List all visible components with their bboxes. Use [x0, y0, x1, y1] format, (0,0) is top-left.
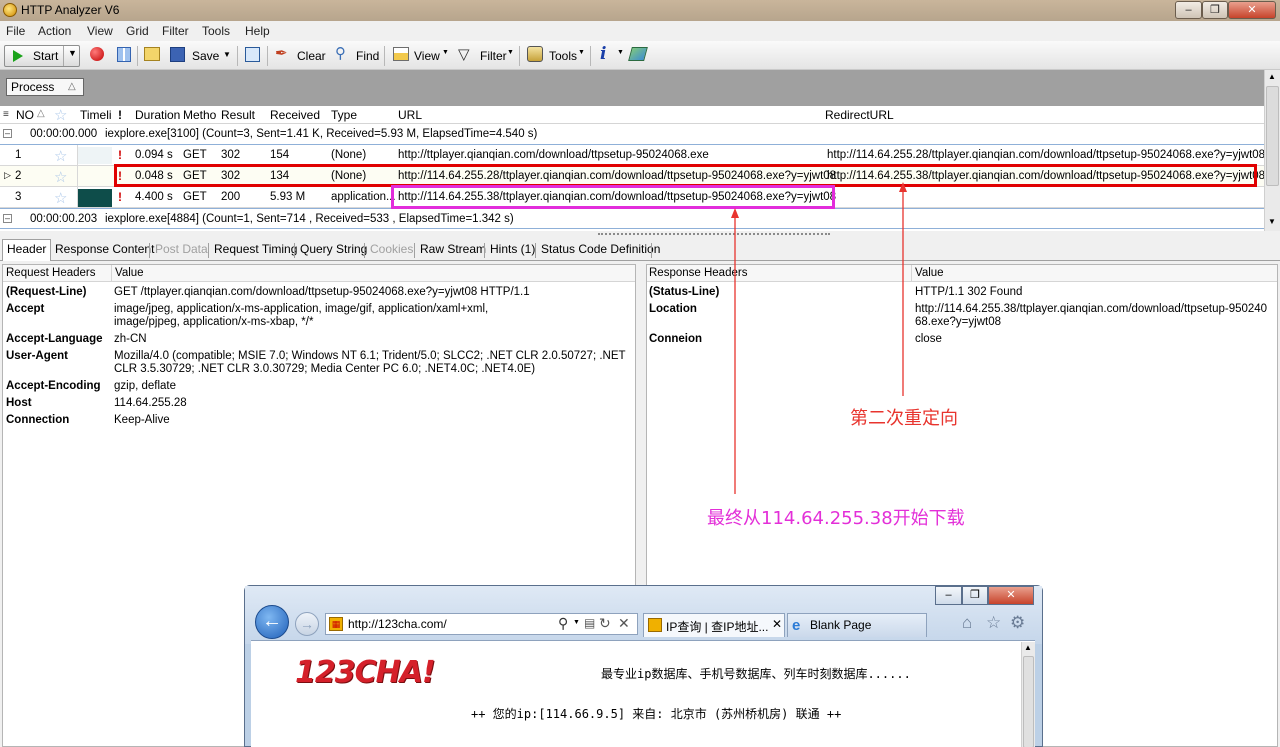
refresh-icon[interactable]: ↻ — [599, 615, 611, 632]
annotation-second-redirect: 第二次重定向 — [850, 408, 958, 429]
arrow-second-redirect — [899, 182, 907, 396]
back-button[interactable]: ← — [255, 605, 289, 639]
ip-info-line: ++ 您的ip:[114.66.9.5] 来自: 北京市 (苏州桥机房) 联通 … — [471, 707, 842, 721]
arrow-final-download — [731, 208, 739, 494]
site-slogan: 最专业ip数据库、手机号数据库、列车时刻数据库...... — [601, 667, 911, 681]
forward-button[interactable]: → — [295, 612, 319, 636]
compat-view-icon[interactable]: ▤ — [584, 616, 595, 630]
address-text[interactable]: http://123cha.com/ — [348, 617, 447, 631]
search-icon[interactable]: ⚲ — [558, 615, 568, 632]
browser-close-button[interactable]: ✕ — [988, 586, 1034, 605]
home-icon[interactable]: ⌂ — [962, 613, 972, 633]
browser-maximize-button[interactable]: ❐ — [962, 586, 988, 605]
site-logo[interactable]: 123CHA! — [295, 655, 436, 690]
browser-scrollbar[interactable]: ▲ — [1021, 642, 1035, 747]
browser-window: – ❐ ✕ ← → ▦ http://123cha.com/ ⚲ ▼ ▤ ↻ ✕… — [244, 585, 1043, 747]
browser-tab-blank[interactable]: e Blank Page — [787, 613, 927, 637]
favorites-star-icon[interactable]: ☆ — [986, 613, 1001, 633]
address-bar[interactable]: ▦ http://123cha.com/ ⚲ ▼ ▤ ↻ ✕ — [325, 613, 638, 635]
site-favicon-icon: ▦ — [329, 617, 343, 631]
chevron-down-icon[interactable]: ▼ — [573, 619, 580, 626]
browser-content: 123CHA! 最专业ip数据库、手机号数据库、列车时刻数据库...... ++… — [251, 640, 1035, 747]
site-favicon-icon — [648, 618, 662, 632]
annotation-final-download: 最终从114.64.255.38开始下载 — [707, 508, 965, 529]
scroll-thumb[interactable] — [1023, 656, 1034, 747]
ie-logo-icon: e — [792, 617, 801, 634]
settings-gear-icon[interactable]: ⚙ — [1010, 613, 1025, 633]
tab-close-icon[interactable]: ✕ — [772, 617, 782, 631]
arrow-up-icon[interactable]: ▲ — [1024, 643, 1032, 652]
browser-tab-ip[interactable]: IP查询 | 查IP地址... ✕ — [643, 613, 785, 637]
stop-icon[interactable]: ✕ — [618, 615, 630, 632]
browser-minimize-button[interactable]: – — [935, 586, 962, 605]
